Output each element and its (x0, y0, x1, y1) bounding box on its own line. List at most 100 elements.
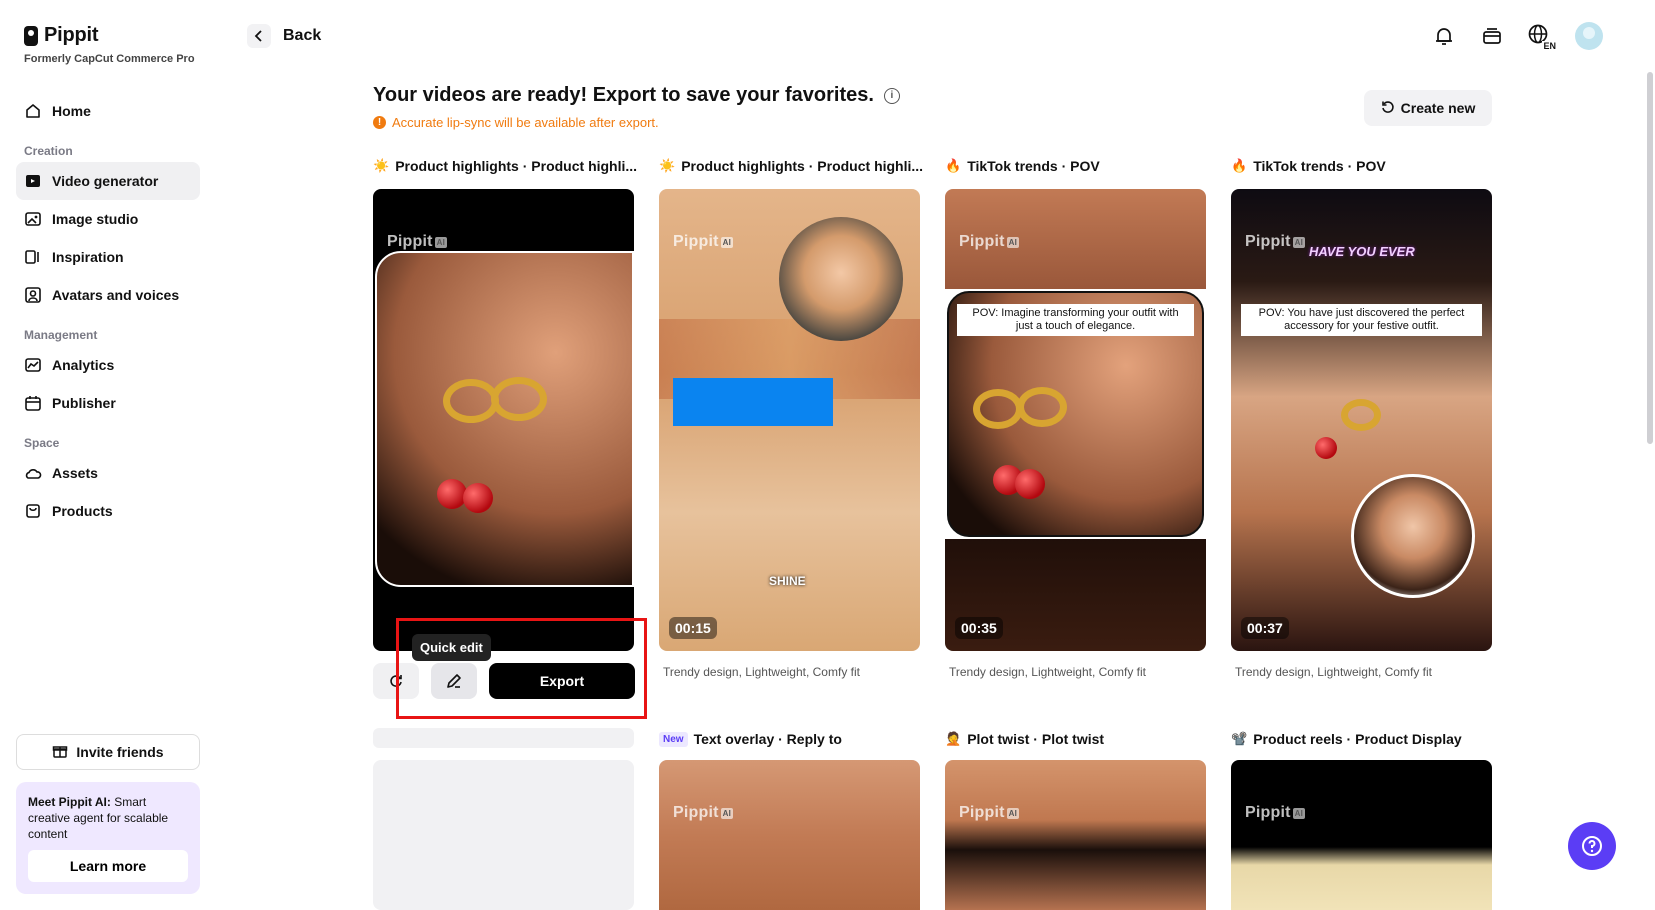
loading-thumbnail (373, 760, 634, 910)
sidebar-item-assets[interactable]: Assets (16, 454, 200, 492)
card-title-text: TikTok trends · POV (1253, 158, 1386, 174)
video-thumbnail[interactable]: Pippit AI (659, 760, 920, 910)
loading-placeholder (373, 728, 634, 748)
scrollbar[interactable] (1647, 72, 1653, 444)
warning-icon: ! (373, 116, 386, 129)
bow-earring (973, 389, 1023, 429)
watermark: Pippit AI (673, 804, 734, 822)
create-new-label: Create new (1400, 100, 1476, 116)
cherry (1015, 469, 1045, 499)
sidebar-nav: Home Creation Video generator Image stud… (16, 92, 200, 530)
watermark-text: Pippit (1245, 233, 1291, 250)
sidebar-item-label: Image studio (52, 211, 139, 227)
video-thumbnail[interactable]: Pippit AI (945, 760, 1206, 910)
watermark-text: Pippit (959, 804, 1005, 821)
watermark-text: Pippit (673, 233, 719, 250)
user-avatar[interactable] (1575, 22, 1603, 50)
bag-icon (24, 502, 42, 520)
projector-icon: 📽️ (1231, 731, 1248, 746)
card-title-text: Product reels · Product Display (1253, 731, 1462, 747)
sidebar-item-home[interactable]: Home (16, 92, 200, 130)
sidebar-item-label: Inspiration (52, 249, 124, 265)
sidebar-item-label: Video generator (52, 173, 159, 189)
card-title-text: Text overlay · Reply to (693, 731, 842, 747)
fire-icon: 🔥 (945, 158, 962, 173)
top-icons: EN (1431, 22, 1603, 51)
learn-more-button[interactable]: Learn more (28, 850, 188, 882)
presenter-avatar (1351, 474, 1475, 598)
regenerate-button[interactable] (373, 663, 419, 699)
section-management: Management (24, 328, 98, 342)
watermark: Pippit AI (959, 804, 1020, 822)
video-thumbnail[interactable]: SHINE Pippit AI 00:15 (659, 189, 920, 651)
watermark-text: Pippit (959, 233, 1005, 250)
cherry (463, 483, 493, 513)
caption: POV: Imagine transforming your outfit wi… (957, 304, 1194, 336)
export-button[interactable]: Export (489, 663, 635, 699)
language-globe-icon[interactable]: EN (1527, 23, 1557, 51)
watermark-text: Pippit (673, 804, 719, 821)
card-title: ☀️ Product highlights · Product highli..… (373, 158, 637, 174)
watermark: Pippit AI (387, 233, 448, 251)
watermark: Pippit AI (673, 233, 734, 251)
section-creation: Creation (24, 144, 73, 158)
watermark: Pippit AI (1245, 233, 1306, 251)
watermark: Pippit AI (1245, 804, 1306, 822)
duration-badge: 00:15 (669, 617, 717, 639)
card-title-text: TikTok trends · POV (967, 158, 1100, 174)
watermark-badge: AI (720, 807, 734, 819)
sidebar-item-publisher[interactable]: Publisher (16, 384, 200, 422)
card-title-text: Product highlights · Product highli... (681, 158, 924, 174)
watermark-badge: AI (720, 236, 734, 248)
page-title: Your videos are ready! Export to save yo… (373, 84, 874, 106)
invite-friends-button[interactable]: Invite friends (16, 734, 200, 770)
video-thumbnail[interactable]: POV: Imagine transforming your outfit wi… (945, 189, 1206, 651)
card-actions: Export (373, 663, 635, 699)
watermark-badge: AI (1292, 236, 1306, 248)
help-icon (1582, 836, 1602, 856)
sidebar-item-inspiration[interactable]: Inspiration (16, 238, 200, 276)
video-generator-icon (24, 172, 42, 190)
card-title: 🔥 TikTok trends · POV (945, 158, 1100, 174)
app-root: Pippit Formerly CapCut Commerce Pro Home… (0, 0, 1655, 910)
watermark-text: Pippit (387, 233, 433, 250)
card-title-text: Product highlights · Product highli... (395, 158, 638, 174)
sidebar-item-label: Home (52, 103, 91, 119)
sidebar-item-avatars-and-voices[interactable]: Avatars and voices (16, 276, 200, 314)
help-button[interactable] (1568, 822, 1616, 870)
gift-icon (52, 743, 68, 762)
promo-card: Meet Pippit AI: Smart creative agent for… (16, 782, 200, 894)
video-thumbnail[interactable]: Pippit AI (373, 189, 634, 651)
sidebar-item-image-studio[interactable]: Image studio (16, 200, 200, 238)
brand-name: Pippit (44, 24, 99, 46)
presenter-avatar (779, 217, 903, 341)
sidebar-item-analytics[interactable]: Analytics (16, 346, 200, 384)
bell-icon[interactable] (1431, 23, 1457, 49)
sidebar: Pippit Formerly CapCut Commerce Pro Home… (0, 0, 212, 910)
bow-earring (491, 377, 547, 421)
back-button[interactable]: Back (247, 24, 321, 48)
sidebar-item-video-generator[interactable]: Video generator (16, 162, 200, 200)
quick-edit-button[interactable] (431, 663, 477, 699)
brand[interactable]: Pippit Formerly CapCut Commerce Pro (24, 24, 195, 65)
card-tags: Trendy design, Lightweight, Comfy fit (949, 665, 1146, 679)
video-thumbnail[interactable]: Pippit AI (1231, 760, 1492, 910)
video-thumbnail[interactable]: HAVE YOU EVER POV: You have just discove… (1231, 189, 1492, 651)
card-title: 📽️ Product reels · Product Display (1231, 731, 1462, 747)
sun-icon: ☀️ (373, 158, 390, 173)
watermark: Pippit AI (959, 233, 1020, 251)
inspiration-icon (24, 248, 42, 266)
card-title: ☀️ Product highlights · Product highli..… (659, 158, 923, 174)
page-title-row: Your videos are ready! Export to save yo… (373, 84, 900, 107)
chevron-left-icon (247, 24, 271, 48)
language-badge: EN (1542, 41, 1557, 51)
sidebar-item-products[interactable]: Products (16, 492, 200, 530)
overlay-text: HAVE YOU EVER (1309, 244, 1415, 259)
product-frame (375, 251, 634, 587)
cherry (1315, 437, 1337, 459)
wallet-icon[interactable] (1479, 23, 1505, 49)
quick-edit-tooltip: Quick edit (412, 634, 491, 661)
info-icon[interactable]: i (883, 87, 900, 104)
create-new-button[interactable]: Create new (1364, 90, 1492, 126)
caption: POV: You have just discovered the perfec… (1241, 304, 1482, 336)
